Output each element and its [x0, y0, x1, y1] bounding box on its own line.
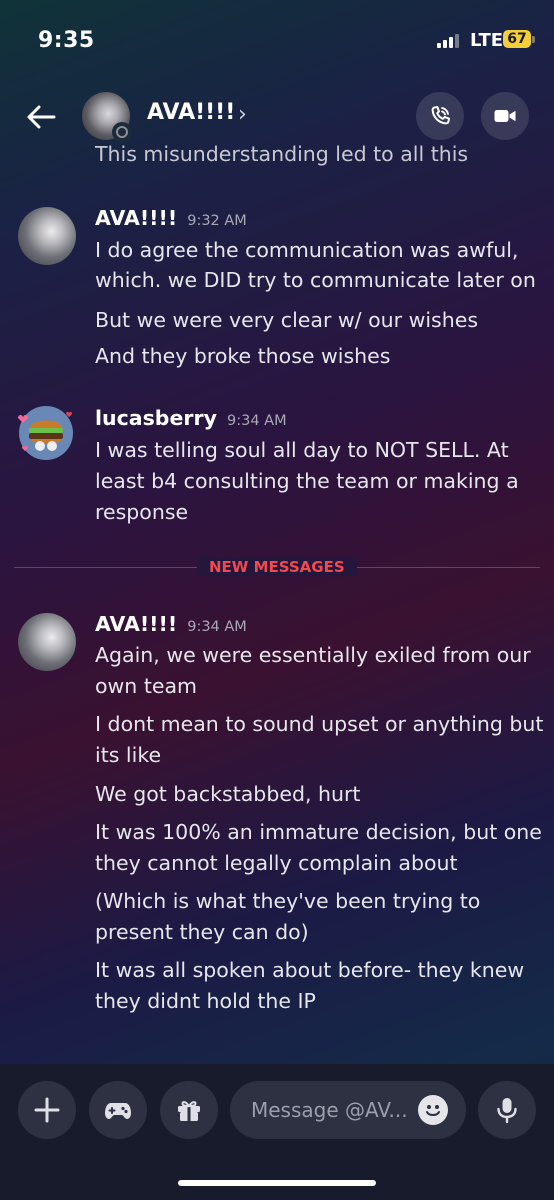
author-name[interactable]: AVA!!!!	[95, 612, 177, 636]
contact-name[interactable]: AVA!!!!	[147, 100, 235, 125]
avatar-lucasberry[interactable]	[14, 400, 78, 464]
message-line: its like	[95, 743, 162, 767]
message-line: I was telling soul all day to NOT SELL. …	[95, 438, 509, 462]
message-line: We got backstabbed, hurt	[95, 782, 361, 806]
gift-button[interactable]	[160, 1081, 218, 1139]
message-line: they didnt hold the IP	[95, 989, 316, 1013]
message-line: It was all spoken about before- they kne…	[95, 958, 525, 982]
network-label: LTE	[470, 30, 504, 51]
battery-tip	[532, 36, 535, 43]
message-line: present they can do)	[95, 920, 309, 944]
signal-icon	[437, 34, 459, 48]
new-messages-label: NEW MESSAGES	[197, 558, 357, 576]
message-placeholder: Message @AV...	[251, 1098, 408, 1122]
message-line: Again, we were essentially exiled from o…	[95, 643, 531, 667]
message-line: But we were very clear w/ our wishes	[95, 308, 478, 332]
message-list[interactable]: This misunderstanding led to all this AV…	[0, 140, 554, 1065]
home-indicator	[178, 1180, 376, 1186]
message-line: I dont mean to sound upset or anything b…	[95, 712, 544, 736]
status-indicator-icon	[112, 122, 132, 142]
status-time: 9:35	[38, 28, 95, 53]
message-line: This misunderstanding led to all this	[95, 142, 469, 166]
plus-icon	[34, 1097, 60, 1123]
message-line: own team	[95, 674, 197, 698]
message-timestamp: 9:34 AM	[226, 413, 287, 429]
message-line: I do agree the communication was awful,	[95, 238, 519, 262]
message-line: And they broke those wishes	[95, 344, 391, 368]
message-line: least b4 consulting the team or making a	[95, 469, 519, 493]
emoji-icon[interactable]	[418, 1095, 448, 1125]
microphone-icon	[497, 1098, 517, 1124]
avatar-ava[interactable]	[18, 207, 76, 265]
message-author[interactable]: AVA!!!! 9:34 AM	[95, 612, 247, 636]
message-line: (Which is what they've been trying to	[95, 889, 481, 913]
phone-icon	[431, 106, 450, 125]
message-line: response	[95, 500, 189, 524]
message-line: they cannot legally complain about	[95, 851, 458, 875]
voice-message-button[interactable]	[478, 1081, 536, 1139]
video-camera-icon	[494, 110, 516, 122]
back-arrow-icon[interactable]	[24, 100, 58, 134]
message-author[interactable]: lucasberry 9:34 AM	[95, 406, 287, 430]
message-input[interactable]: Message @AV...	[230, 1081, 466, 1139]
avatar-ava[interactable]	[18, 613, 76, 671]
message-line: It was 100% an immature decision, but on…	[95, 820, 542, 844]
message-timestamp: 9:34 AM	[187, 619, 247, 635]
gamepad-icon	[105, 1103, 131, 1119]
battery-icon: 67	[503, 30, 531, 48]
add-attachment-button[interactable]	[18, 1081, 76, 1139]
message-author[interactable]: AVA!!!! 9:32 AM	[95, 206, 247, 230]
message-line: which. we DID try to communicate later o…	[95, 268, 536, 292]
gift-icon	[178, 1101, 200, 1121]
chevron-right-icon[interactable]: ›	[238, 102, 247, 127]
activities-button[interactable]	[89, 1081, 147, 1139]
voice-call-button[interactable]	[416, 92, 464, 140]
author-name[interactable]: lucasberry	[95, 406, 217, 430]
author-name[interactable]: AVA!!!!	[95, 206, 177, 230]
video-call-button[interactable]	[481, 92, 529, 140]
message-timestamp: 9:32 AM	[187, 213, 247, 229]
status-bar: 9:35 LTE 67	[0, 0, 554, 84]
